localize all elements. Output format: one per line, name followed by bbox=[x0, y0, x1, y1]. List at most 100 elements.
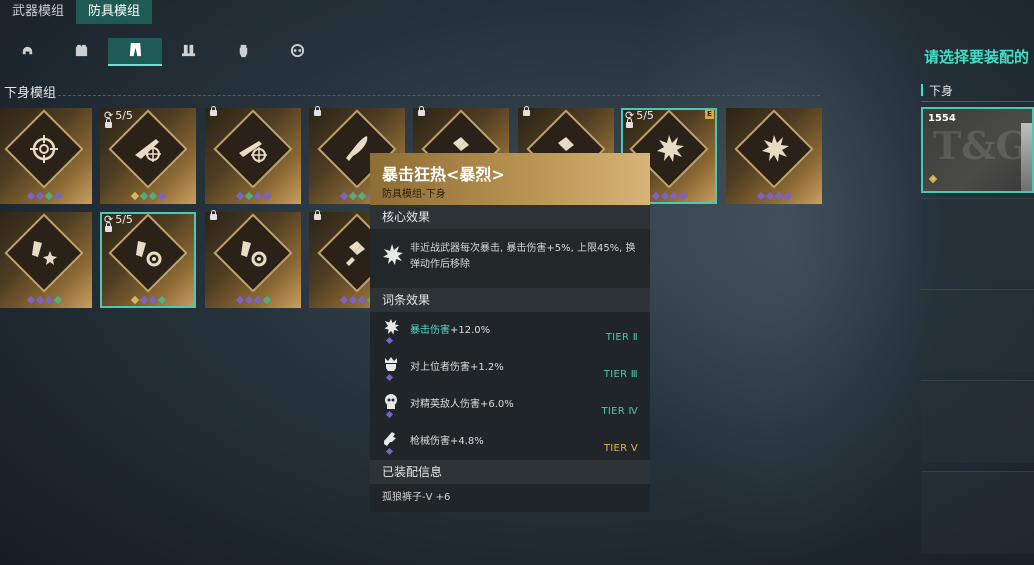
slot-label: 下身 bbox=[929, 84, 954, 98]
category-helmet[interactable] bbox=[0, 38, 54, 66]
elite-head-icon bbox=[382, 392, 400, 410]
perk-quality-dots bbox=[0, 295, 92, 305]
lock-icon bbox=[210, 106, 217, 116]
perk-quality-dots bbox=[205, 295, 301, 305]
lock-icon bbox=[105, 222, 112, 232]
perk-quality-marker bbox=[385, 447, 394, 456]
mask-icon bbox=[290, 43, 305, 62]
mod-card[interactable] bbox=[0, 212, 92, 308]
quality-dot bbox=[244, 191, 253, 201]
equipment-slot-empty[interactable] bbox=[921, 380, 1034, 463]
mod-tooltip: 暴击狂热<暴烈> 防具模组-下身 核心效果 非近战武器每次暴击, 暴击伤害+5%… bbox=[370, 153, 650, 512]
quality-dot bbox=[253, 191, 262, 201]
gloves-icon bbox=[236, 43, 251, 62]
section-label: 下身模组 bbox=[4, 86, 57, 101]
quality-dot bbox=[262, 295, 271, 305]
quality-dot bbox=[783, 191, 792, 201]
quality-dot bbox=[348, 191, 357, 201]
equipment-slot-empty[interactable] bbox=[921, 198, 1034, 281]
quality-dot bbox=[678, 191, 687, 201]
category-chest[interactable] bbox=[54, 38, 108, 66]
mod-type-tabs: 武器模组 防具模组 bbox=[0, 0, 153, 24]
ammo-gear-icon bbox=[237, 237, 269, 269]
quality-dot bbox=[53, 295, 62, 305]
equipment-slot-empty[interactable] bbox=[921, 289, 1034, 372]
quality-dot bbox=[130, 295, 139, 305]
perk-quality-dots bbox=[100, 295, 196, 305]
tab-weapon-mods[interactable]: 武器模组 bbox=[0, 0, 76, 24]
quality-dot bbox=[157, 191, 166, 201]
quality-dot bbox=[26, 191, 35, 201]
perks-header: 词条效果 bbox=[370, 288, 650, 312]
quality-dot bbox=[35, 191, 44, 201]
perk-quality-marker bbox=[385, 336, 394, 345]
quality-dot bbox=[235, 191, 244, 201]
boots-icon bbox=[181, 43, 197, 62]
tab-armor-mods[interactable]: 防具模组 bbox=[76, 0, 153, 24]
chest-armor-icon bbox=[74, 43, 89, 62]
counter-text: 5/5 bbox=[636, 109, 654, 122]
quality-dot bbox=[660, 191, 669, 201]
mod-card[interactable] bbox=[726, 108, 822, 204]
quality-dot bbox=[651, 191, 660, 201]
mod-card[interactable]: ⟳ 5/5 bbox=[100, 108, 196, 204]
perk-tier: TIER Ⅴ bbox=[603, 443, 638, 454]
background-fog bbox=[620, 0, 950, 565]
lock-icon bbox=[105, 118, 112, 128]
slot-divider bbox=[921, 101, 1034, 102]
core-effect-text: 非近战武器每次暴击, 暴击伤害+5%, 上限45%, 换弹动作后移除 bbox=[410, 243, 636, 270]
quality-dot bbox=[148, 295, 157, 305]
perk-quality-marker bbox=[385, 373, 394, 382]
tooltip-title: 暴击狂热<暴烈> bbox=[382, 165, 505, 184]
category-gloves[interactable] bbox=[216, 38, 270, 66]
perk-text: +12.0% bbox=[450, 325, 491, 336]
core-effect: 非近战武器每次暴击, 暴击伤害+5%, 上限45%, 换弹动作后移除 bbox=[370, 229, 650, 288]
crit-burst-icon bbox=[758, 133, 790, 165]
quality-dot bbox=[765, 191, 774, 201]
lock-icon bbox=[523, 106, 530, 116]
mod-card[interactable] bbox=[205, 210, 301, 308]
perk-quality-dots bbox=[100, 191, 196, 201]
quality-dot bbox=[756, 191, 765, 201]
core-effect-header: 核心效果 bbox=[370, 205, 650, 229]
crit-burst-icon bbox=[380, 243, 404, 267]
section-accent-bar bbox=[921, 84, 923, 96]
item-quality-marker bbox=[928, 174, 938, 184]
mod-card[interactable]: ⟳ 5/5 bbox=[100, 212, 196, 308]
sniper-rifle-icon bbox=[132, 133, 164, 165]
quality-dot bbox=[53, 191, 62, 201]
category-pants[interactable] bbox=[108, 38, 162, 66]
lock-icon bbox=[418, 106, 425, 116]
quality-dot bbox=[244, 295, 253, 305]
quality-dot bbox=[44, 295, 53, 305]
knife-icon bbox=[341, 133, 373, 165]
quality-dot bbox=[235, 295, 244, 305]
ammo-gear-icon bbox=[132, 237, 164, 269]
perk-row: 对精英敌人伤害+6.0% TIER Ⅳ bbox=[370, 386, 650, 423]
mod-card[interactable] bbox=[205, 106, 301, 204]
perk-quality-dots bbox=[205, 191, 301, 201]
ammo-icon bbox=[341, 237, 373, 269]
mod-card[interactable] bbox=[0, 108, 92, 204]
section-divider bbox=[58, 95, 820, 96]
helmet-icon bbox=[20, 43, 35, 62]
quality-dot bbox=[139, 295, 148, 305]
brand-logo: T&G bbox=[933, 123, 1029, 168]
category-boots[interactable] bbox=[162, 38, 216, 66]
pants-icon bbox=[128, 42, 143, 61]
quality-dot bbox=[253, 295, 262, 305]
quality-dot bbox=[130, 191, 139, 201]
perk-text: 对上位者伤害+1.2% bbox=[410, 362, 504, 373]
equipment-item-card[interactable]: 1554 T&G bbox=[921, 107, 1034, 193]
perk-tier: TIER Ⅲ bbox=[603, 369, 638, 380]
quality-dot bbox=[348, 295, 357, 305]
perk-quality-marker bbox=[385, 410, 394, 419]
category-mask[interactable] bbox=[270, 38, 324, 66]
crit-burst-icon bbox=[653, 133, 685, 165]
equipment-slot-empty[interactable] bbox=[921, 471, 1034, 554]
select-equip-prompt: 请选择要装配的 bbox=[924, 48, 1030, 66]
counter-text: 5/5 bbox=[115, 109, 133, 122]
tooltip-header: 暴击狂热<暴烈> 防具模组-下身 bbox=[370, 153, 650, 205]
quality-dot bbox=[26, 295, 35, 305]
lock-icon bbox=[314, 210, 321, 220]
